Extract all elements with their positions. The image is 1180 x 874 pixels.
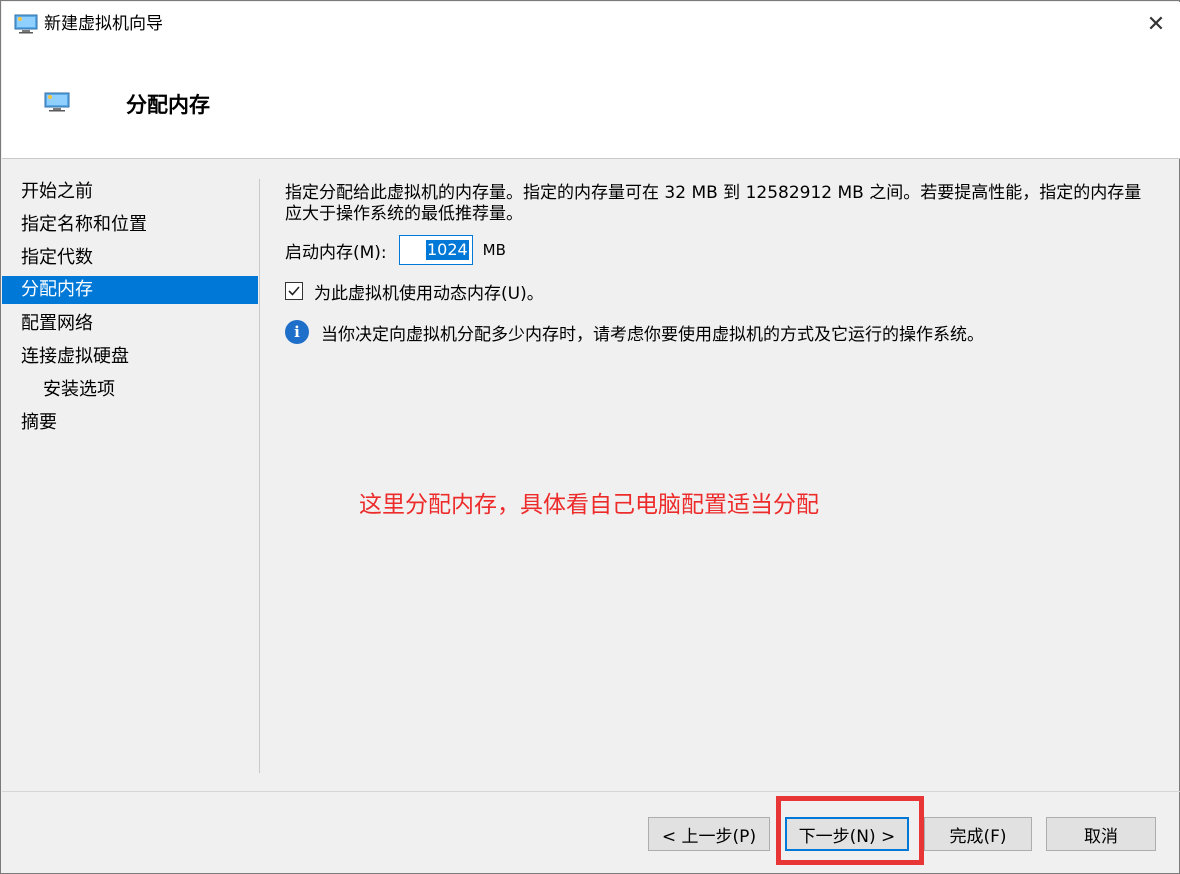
back-button[interactable]: < 上一步(P) — [648, 817, 770, 851]
dynamic-memory-row: 为此虚拟机使用动态内存(U)。 — [285, 279, 544, 304]
nav-item-generation[interactable]: 指定代数 — [2, 241, 258, 274]
close-button[interactable]: ✕ — [1136, 6, 1176, 42]
annotation-highlight-box — [776, 796, 924, 865]
startup-memory-unit: MB — [482, 241, 506, 259]
memory-description: 指定分配给此虚拟机的内存量。指定的内存量可在 32 MB 到 12582912 … — [285, 183, 1142, 224]
checkmark-icon — [288, 286, 300, 296]
startup-memory-label: 启动内存(M): — [285, 242, 387, 263]
nav-item-summary[interactable]: 摘要 — [2, 406, 258, 439]
nav-divider — [259, 179, 260, 773]
info-icon: i — [285, 320, 309, 344]
finish-button[interactable]: 完成(F) — [924, 817, 1032, 851]
cancel-button[interactable]: 取消 — [1046, 817, 1156, 851]
info-text: 当你决定向虚拟机分配多少内存时，请考虑你要使用虚拟机的方式及它运行的操作系统。 — [321, 324, 984, 345]
main-content: 指定分配给此虚拟机的内存量。指定的内存量可在 32 MB 到 12582912 … — [285, 183, 1165, 345]
virtual-machine-icon — [14, 14, 38, 34]
startup-memory-input[interactable]: 1024 — [398, 235, 473, 265]
info-row: i 当你决定向虚拟机分配多少内存时，请考虑你要使用虚拟机的方式及它运行的操作系统… — [285, 319, 984, 345]
nav-item-assign-memory[interactable]: 分配内存 — [2, 276, 258, 304]
nav-item-configure-network[interactable]: 配置网络 — [2, 307, 258, 340]
window-title: 新建虚拟机向导 — [44, 14, 163, 34]
startup-memory-row: 启动内存(M): 1024 MB — [285, 235, 506, 265]
nav-item-installation-options[interactable]: 安装选项 — [2, 373, 258, 406]
memory-page-icon — [44, 92, 70, 112]
dynamic-memory-label[interactable]: 为此虚拟机使用动态内存(U)。 — [314, 279, 544, 304]
startup-memory-value: 1024 — [425, 240, 469, 260]
page-title: 分配内存 — [126, 93, 210, 117]
wizard-nav: 开始之前 指定名称和位置 指定代数 分配内存 配置网络 连接虚拟硬盘 安装选项 … — [2, 175, 258, 439]
annotation-text: 这里分配内存，具体看自己电脑配置适当分配 — [359, 492, 819, 518]
wizard-window: 新建虚拟机向导 ✕ 分配内存 开始之前 指定名称和位置 指定代数 分配内存 配置… — [0, 0, 1180, 874]
nav-item-connect-disk[interactable]: 连接虚拟硬盘 — [2, 340, 258, 373]
close-icon: ✕ — [1146, 11, 1166, 37]
nav-item-before-you-begin[interactable]: 开始之前 — [2, 175, 258, 208]
dynamic-memory-checkbox[interactable] — [285, 282, 303, 300]
nav-item-name-location[interactable]: 指定名称和位置 — [2, 208, 258, 241]
title-bar: 新建虚拟机向导 ✕ — [2, 2, 1180, 46]
footer-divider — [2, 791, 1180, 792]
page-header: 分配内存 — [2, 46, 1180, 159]
